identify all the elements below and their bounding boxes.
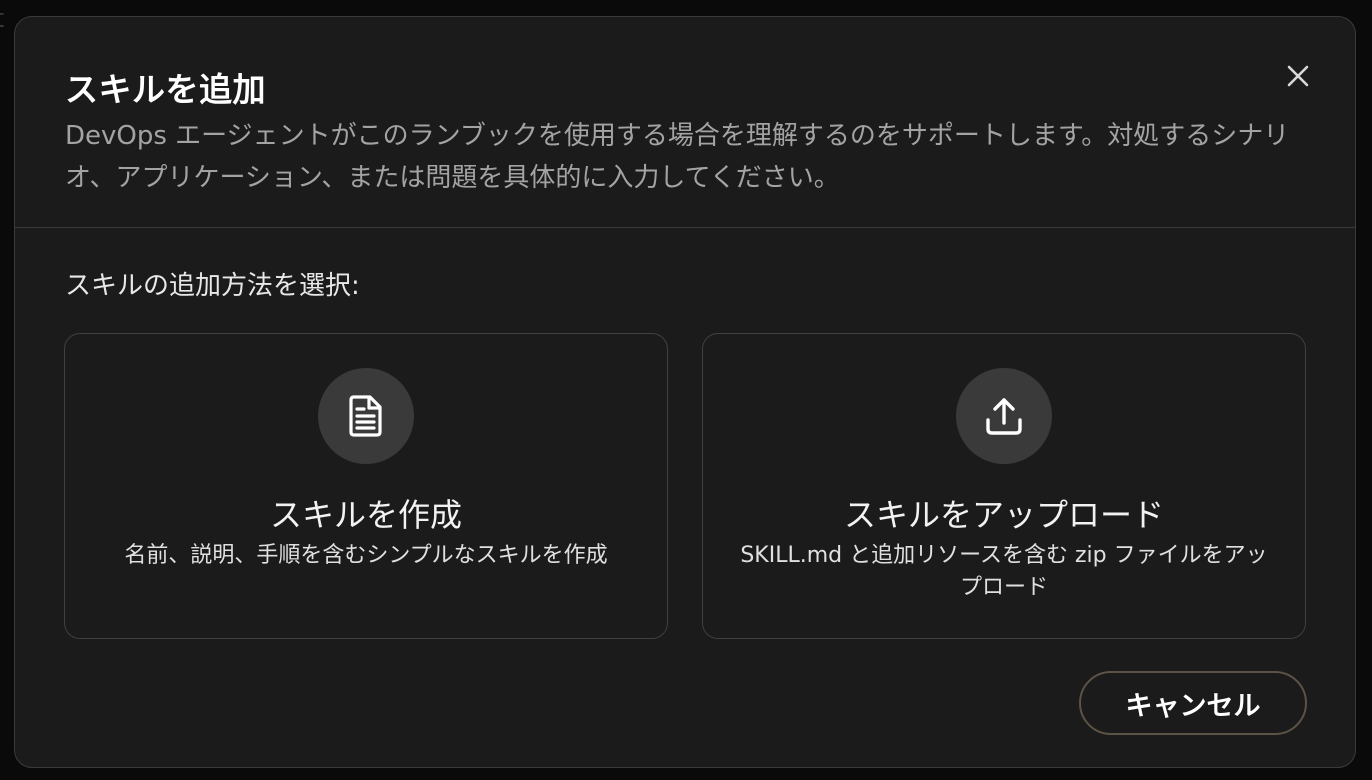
upload-skill-option[interactable]: スキルをアップロード SKILL.md と追加リソースを含む zip ファイルを…: [702, 333, 1306, 639]
dialog-title: スキルを追加: [65, 70, 266, 109]
upload-skill-title: スキルをアップロード: [843, 496, 1164, 534]
upload-icon-badge: [956, 368, 1052, 464]
create-skill-description: 名前、説明、手順を含むシンプルなスキルを作成: [124, 543, 608, 568]
cancel-button[interactable]: キャンセル: [1079, 671, 1307, 735]
create-skill-option[interactable]: スキルを作成 名前、説明、手順を含むシンプルなスキルを作成: [64, 333, 668, 639]
close-icon: [1287, 65, 1309, 87]
add-skill-dialog: スキルを追加 DevOps エージェントがこのランブックを使用する場合を理解する…: [14, 16, 1356, 768]
background-text-fragment: t: [0, 4, 4, 34]
close-button[interactable]: [1283, 61, 1313, 91]
upload-icon: [986, 398, 1022, 435]
create-skill-title: スキルを作成: [269, 496, 462, 534]
selection-prompt: スキルの追加方法を選択:: [65, 271, 360, 301]
document-icon: [349, 395, 382, 437]
dialog-header: スキルを追加 DevOps エージェントがこのランブックを使用する場合を理解する…: [15, 17, 1355, 228]
dialog-description: DevOps エージェントがこのランブックを使用する場合を理解するのをサポートし…: [65, 121, 1290, 193]
upload-skill-description: SKILL.md と追加リソースを含む zip ファイルをアップロード: [740, 543, 1268, 600]
document-icon-badge: [318, 368, 414, 464]
